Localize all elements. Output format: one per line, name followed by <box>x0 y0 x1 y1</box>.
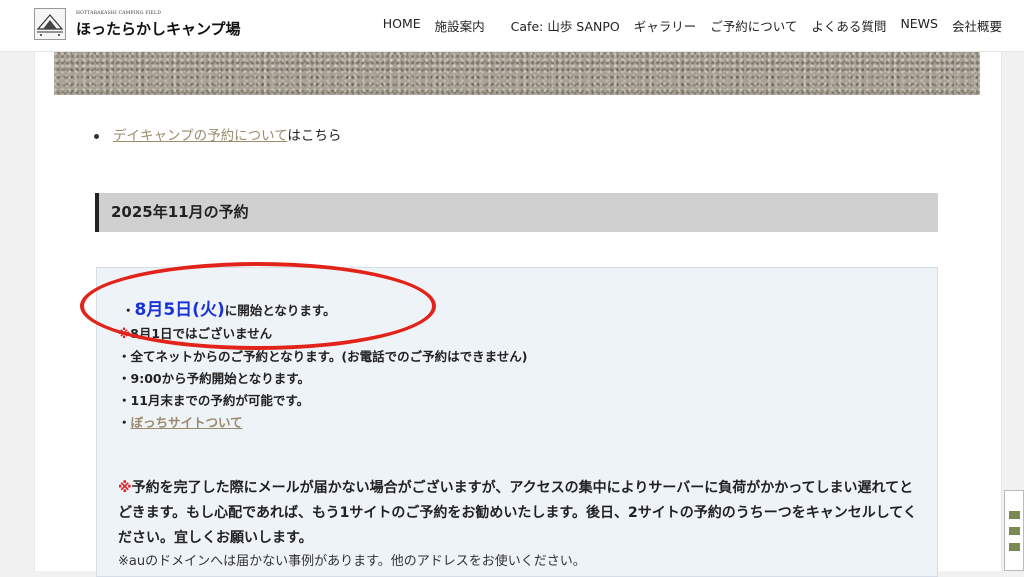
info-line-3: ・9:00から予約開始となります。 <box>118 371 310 386</box>
nav-facilities[interactable]: 施設案内 <box>435 16 485 35</box>
logo-subtitle: HOTTARAKASHI CAMPING FIELD <box>76 11 162 16</box>
bullet-icon <box>94 133 99 139</box>
warning-mark: ※ <box>118 480 132 496</box>
nav-cafe[interactable]: Cafe: 山歩 SANPO <box>511 16 620 35</box>
main-nav: HOME 施設案内 Cafe: 山歩 SANPO ギャラリー ご予約について よ… <box>383 16 1002 35</box>
site-title[interactable]: ほったらかしキャンプ場 <box>76 18 241 39</box>
day-camp-list-item: デイキャンプの予約についてはこちら <box>94 124 341 144</box>
gravel-banner-image <box>54 52 980 95</box>
side-thumbnail[interactable] <box>1004 490 1024 571</box>
site-header: HOTTARAKASHI CAMPING FIELD ほったらかしキャンプ場 H… <box>0 0 1024 52</box>
info-line-4: ・11月末までの予約が可能です。 <box>118 393 310 408</box>
section-heading: 2025年11月の予約 <box>95 193 938 232</box>
open-date: 8月5日(火) <box>134 300 225 320</box>
nav-home[interactable]: HOME <box>383 16 421 35</box>
open-bullet: ・ <box>122 303 135 318</box>
open-date-rest: に開始となります。 <box>224 303 336 318</box>
nav-faq[interactable]: よくある質問 <box>811 16 886 35</box>
warning-mark: ※ <box>118 326 131 341</box>
au-domain-note: ※auのドメインへは届かない事例があります。他のアドレスをお使いください。 <box>118 554 586 569</box>
info-line-5: ・ぼっちサイトついて <box>118 412 243 431</box>
nav-gallery[interactable]: ギャラリー <box>634 16 697 35</box>
info-line-5-prefix: ・ <box>118 415 131 430</box>
nav-reservation[interactable]: ご予約について <box>710 16 797 35</box>
email-warning-paragraph: ※予約を完了した際にメールが届かない場合がございますが、アクセスの集中によりサー… <box>118 476 918 551</box>
info-line-2: ・全てネットからのご予約となります。(お電話でのご予約はできません) <box>118 349 528 364</box>
day-camp-suffix: はこちら <box>287 128 342 144</box>
open-date-line: ・8月5日(火)に開始となります。 <box>122 295 336 320</box>
nav-company[interactable]: 会社概要 <box>952 16 1002 35</box>
info-line-1-text: 8月1日ではございません <box>130 326 273 341</box>
logo-icon[interactable] <box>34 8 66 40</box>
nav-news[interactable]: NEWS <box>900 16 938 35</box>
info-line-1: ※8月1日ではございません <box>118 323 272 342</box>
solo-site-link[interactable]: ぼっちサイトついて <box>131 415 243 430</box>
email-warning-text: 予約を完了した際にメールが届かない場合がございますが、アクセスの集中によりサーバ… <box>118 480 917 546</box>
day-camp-link[interactable]: デイキャンプの予約について <box>113 128 287 144</box>
